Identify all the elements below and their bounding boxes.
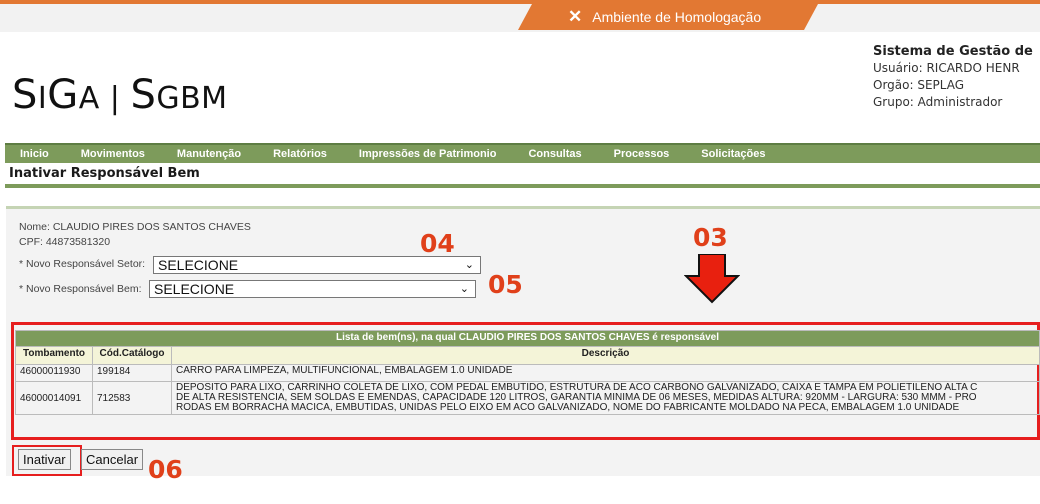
bem-label: * Novo Responsável Bem:	[19, 283, 142, 295]
user-orgao: Orgão: SEPLAG	[873, 78, 965, 92]
table-caption: Lista de bem(ns), na qual CLAUDIO PIRES …	[15, 330, 1040, 347]
bens-table: Lista de bem(ns), na qual CLAUDIO PIRES …	[15, 330, 1040, 415]
down-arrow-icon	[684, 254, 740, 304]
siga-sgbm-logo: SIGA | SGBM	[12, 72, 228, 118]
menu-item-processos[interactable]: Processos	[614, 148, 670, 160]
novo-responsavel-setor-select[interactable]: SELECIONE ⌄	[153, 256, 481, 274]
column-header-catalogo: Cód.Catálogo	[92, 346, 172, 365]
chevron-down-icon: ⌄	[459, 283, 469, 295]
cell-descricao: CARRO PARA LIMPEZA, MULTIFUNCIONAL, EMBA…	[171, 364, 1040, 382]
tools-icon: ✕	[568, 7, 583, 26]
annotation-03: 03	[693, 223, 728, 252]
menu-item-impressoes[interactable]: Impressões de Patrimonio	[359, 148, 497, 160]
menu-item-relatorios[interactable]: Relatórios	[273, 148, 327, 160]
page-title: Inativar Responsável Bem	[9, 166, 200, 181]
annotation-04: 04	[420, 229, 455, 258]
table-row: 46000011930 199184 CARRO PARA LIMPEZA, M…	[15, 364, 1040, 382]
annotation-06: 06	[148, 455, 183, 484]
menu-item-consultas[interactable]: Consultas	[528, 148, 581, 160]
setor-label: * Novo Responsável Setor:	[19, 258, 146, 270]
cancelar-button[interactable]: Cancelar	[81, 449, 144, 470]
title-divider	[5, 184, 1040, 188]
novo-responsavel-bem-select[interactable]: SELECIONE ⌄	[149, 280, 476, 298]
environment-label: Ambiente de Homologação	[592, 9, 762, 25]
annotation-05: 05	[488, 270, 523, 299]
table-row: 46000014091 712583 DEPOSITO PARA LIXO, C…	[15, 381, 1040, 415]
menu-item-solicitacoes[interactable]: Solicitações	[701, 148, 765, 160]
menu-item-movimentos[interactable]: Movimentos	[81, 148, 145, 160]
user-grupo: Grupo: Administrador	[873, 95, 1003, 109]
menu-item-inicio[interactable]: Inicio	[20, 148, 49, 160]
cell-tombamento: 46000011930	[15, 364, 93, 382]
chevron-down-icon: ⌄	[464, 259, 474, 271]
cell-tombamento: 46000014091	[15, 381, 93, 415]
table-header-row: Tombamento Cód.Catálogo Descrição	[15, 346, 1040, 365]
person-name: Nome: CLAUDIO PIRES DOS SANTOS CHAVES	[19, 221, 251, 233]
cell-catalogo: 199184	[92, 364, 172, 382]
setor-select-value: SELECIONE	[158, 257, 239, 273]
cell-descricao: DEPOSITO PARA LIXO, CARRINHO COLETA DE L…	[171, 381, 1040, 415]
user-name: Usuário: RICARDO HENR	[873, 61, 1020, 75]
cell-catalogo: 712583	[92, 381, 172, 415]
menu-item-manutencao[interactable]: Manutenção	[177, 148, 241, 160]
inativar-button[interactable]: Inativar	[18, 449, 71, 470]
bem-select-value: SELECIONE	[154, 281, 235, 297]
person-cpf: CPF: 44873581320	[19, 236, 111, 248]
user-info: Sistema de Gestão de Usuário: RICARDO HE…	[873, 43, 1033, 111]
column-header-descricao: Descrição	[171, 346, 1040, 365]
column-header-tombamento: Tombamento	[15, 346, 93, 365]
system-title: Sistema de Gestão de	[873, 44, 1033, 59]
main-menu: Inicio Movimentos Manutenção Relatórios …	[5, 143, 1040, 163]
environment-tab: ✕ Ambiente de Homologação	[518, 4, 818, 30]
